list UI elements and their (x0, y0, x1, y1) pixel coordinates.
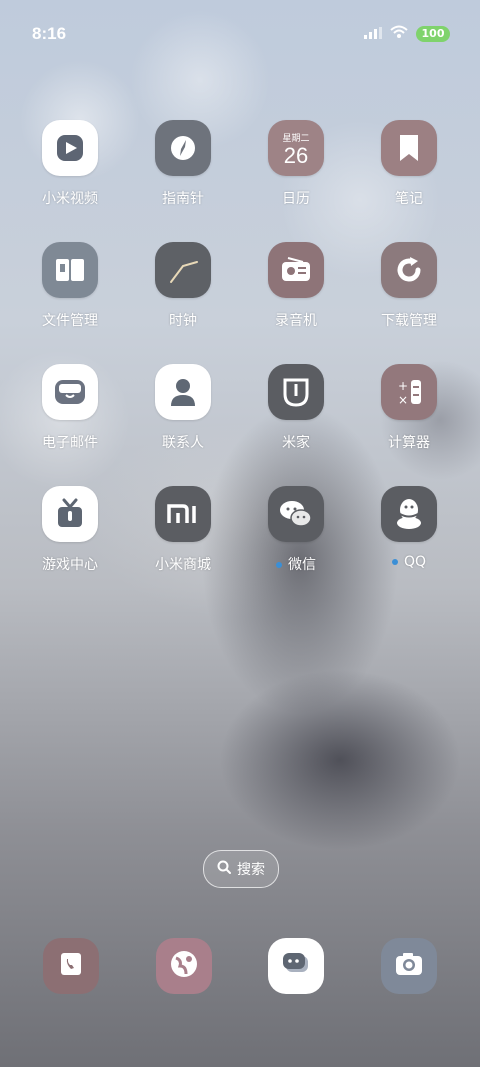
app-game-center[interactable]: 游戏中心 (14, 486, 126, 574)
app-calendar[interactable]: 星期二 26 日历 (240, 120, 352, 208)
app-label: QQ (353, 554, 465, 570)
camera-icon (393, 950, 425, 982)
calendar-day: 26 (283, 142, 309, 168)
new-badge-dot (391, 559, 398, 565)
app-label: 下载管理 (381, 313, 437, 329)
signal-icon (364, 24, 382, 43)
compass-icon (155, 120, 211, 176)
app-compass[interactable]: 指南针 (127, 120, 239, 208)
calendar-icon: 星期二 26 (268, 120, 324, 176)
app-label: 小米视频 (42, 191, 98, 207)
message-bubble-icon (280, 950, 312, 982)
app-xiaomi-video[interactable]: 小米视频 (14, 120, 126, 208)
app-label: 指南针 (162, 191, 204, 207)
dock-messages[interactable] (268, 938, 324, 994)
app-label: 小米商城 (155, 557, 211, 573)
wifi-icon (390, 24, 408, 43)
new-badge-dot (276, 562, 282, 568)
battery-icon: 100 (416, 25, 450, 42)
app-label: 米家 (282, 435, 310, 451)
mijia-icon (268, 364, 324, 420)
dock-phone[interactable] (43, 938, 99, 994)
bookmark-icon (381, 120, 437, 176)
svg-text:×: × (398, 393, 408, 407)
mail-inbox-icon (42, 364, 98, 420)
app-label-text: 微信 (288, 557, 316, 573)
app-label: 录音机 (275, 313, 317, 329)
status-time: 8:16 (32, 24, 67, 43)
app-recorder[interactable]: 录音机 (240, 242, 352, 330)
mi-logo-icon (155, 486, 211, 542)
app-download-manager[interactable]: 下载管理 (353, 242, 465, 330)
app-label: 笔记 (395, 191, 423, 207)
app-label-text: QQ (403, 554, 427, 570)
app-calculator[interactable]: + × 计算器 (353, 364, 465, 452)
clock-icon (155, 242, 211, 298)
app-label: 联系人 (162, 435, 204, 451)
dock-camera[interactable] (381, 938, 437, 994)
person-icon (155, 364, 211, 420)
app-wechat[interactable]: 微信 (240, 486, 352, 574)
gift-box-icon (42, 486, 98, 542)
app-label: 计算器 (388, 435, 430, 451)
app-label: 微信 (240, 554, 352, 574)
home-screen: 8:16 100 小米视频 指南针 星期二 26 日历 笔记 文件管理 时钟 录… (0, 0, 480, 1067)
app-mijia[interactable]: 米家 (240, 364, 352, 452)
search-button[interactable]: 搜索 (203, 850, 279, 888)
status-bar: 8:16 100 (0, 0, 480, 68)
status-icons: 100 (364, 24, 450, 43)
app-contacts[interactable]: 联系人 (127, 364, 239, 452)
app-label: 文件管理 (42, 313, 98, 329)
app-label: 时钟 (169, 313, 197, 329)
app-file-manager[interactable]: 文件管理 (14, 242, 126, 330)
folder-icon (42, 242, 98, 298)
search-label: 搜索 (237, 862, 265, 878)
app-email[interactable]: 电子邮件 (14, 364, 126, 452)
search-icon (217, 860, 231, 878)
wechat-icon (268, 486, 324, 542)
svg-text:+: + (398, 379, 408, 393)
app-label: 日历 (282, 191, 310, 207)
calendar-weekday: 星期二 (282, 133, 310, 144)
browser-globe-icon (168, 948, 200, 984)
calculator-icon: + × (381, 364, 437, 420)
radio-recorder-icon (268, 242, 324, 298)
video-play-icon (42, 120, 98, 176)
dock-browser[interactable] (156, 938, 212, 994)
download-refresh-icon (381, 242, 437, 298)
qq-penguin-icon (381, 486, 437, 542)
app-qq[interactable]: QQ (353, 486, 465, 570)
app-notes[interactable]: 笔记 (353, 120, 465, 208)
app-label: 电子邮件 (42, 435, 98, 451)
phone-icon (57, 950, 85, 982)
app-clock[interactable]: 时钟 (127, 242, 239, 330)
app-label: 游戏中心 (42, 557, 98, 573)
app-mi-store[interactable]: 小米商城 (127, 486, 239, 574)
